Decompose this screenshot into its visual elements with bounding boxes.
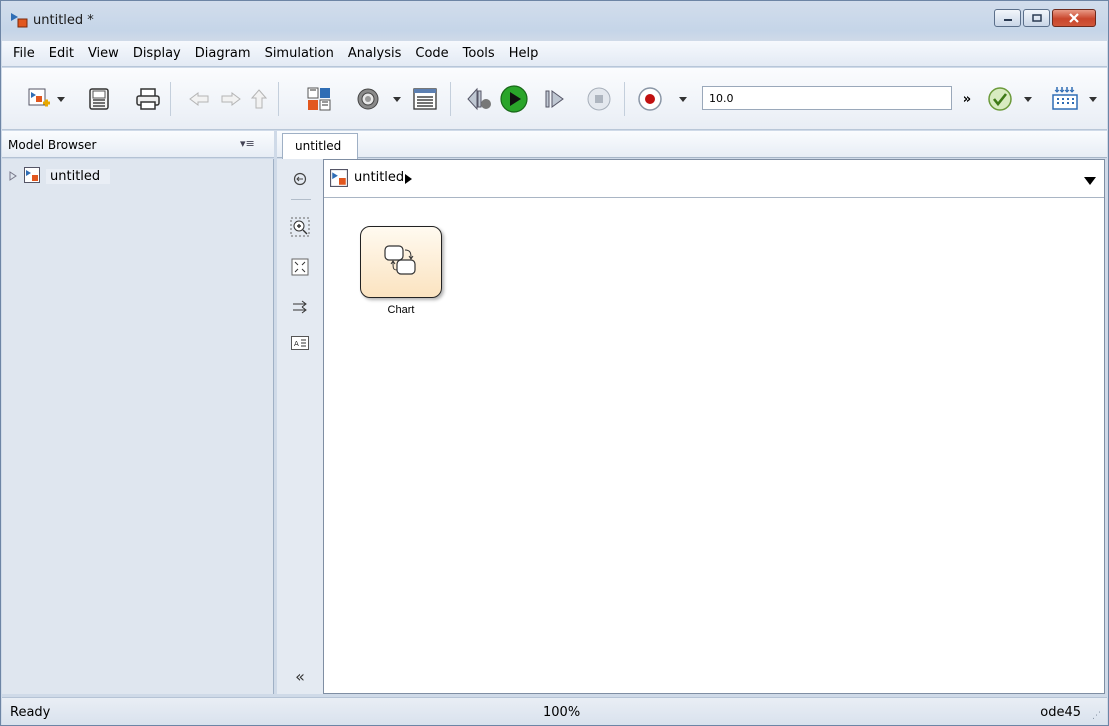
chart-block-label[interactable]: Chart [360, 304, 442, 316]
simulink-model-icon [24, 167, 40, 186]
menu-code[interactable]: Code [408, 44, 455, 63]
menu-display[interactable]: Display [126, 44, 188, 63]
step-forward-button[interactable] [542, 84, 568, 114]
library-browser-icon [307, 87, 331, 111]
title-bar[interactable]: untitled * [1, 1, 1108, 39]
up-icon [251, 89, 267, 109]
simulink-model-icon [330, 169, 348, 190]
stop-icon [586, 86, 612, 112]
stop-button[interactable] [586, 84, 612, 114]
model-browser-title: Model Browser [8, 138, 97, 152]
step-back-icon [465, 86, 493, 112]
zoom-icon [290, 217, 310, 240]
save-button[interactable] [86, 84, 112, 114]
expand-arrow-icon[interactable] [8, 170, 18, 184]
address-path[interactable]: untitled [354, 170, 404, 185]
stateflow-chart-icon [381, 242, 421, 283]
annotation-button[interactable]: A [289, 333, 311, 355]
hide-browser-button[interactable] [289, 169, 311, 191]
minimize-button[interactable] [994, 9, 1021, 27]
model-config-button[interactable] [354, 84, 382, 114]
model-config-dropdown-icon[interactable] [392, 94, 402, 104]
stateflow-chart-block[interactable] [360, 226, 442, 298]
record-button[interactable] [636, 84, 664, 114]
annotation-icon: A [291, 335, 309, 353]
maximize-button[interactable] [1023, 9, 1050, 27]
status-bar: Ready 100% ode45 ⋰ [2, 697, 1107, 725]
model-explorer-button[interactable] [412, 84, 438, 114]
tab-untitled[interactable]: untitled [282, 133, 358, 159]
model-browser-menu-button[interactable]: ▾≡ [240, 137, 255, 150]
fit-to-view-button[interactable] [289, 257, 311, 279]
window-controls [994, 9, 1096, 27]
svg-text:A: A [294, 340, 299, 348]
step-back-button[interactable] [464, 84, 494, 114]
model-explorer-icon [413, 87, 437, 111]
arrow-lines-icon [291, 299, 309, 318]
tree-item-untitled[interactable]: untitled [8, 167, 111, 186]
hardware-button[interactable] [1050, 84, 1080, 114]
menu-tools[interactable]: Tools [456, 44, 502, 63]
menu-edit[interactable]: Edit [42, 44, 81, 63]
tool-palette: A « [277, 159, 323, 694]
chevron-right-icon[interactable] [404, 173, 412, 187]
model-canvas[interactable]: untitled Chart [323, 159, 1105, 694]
zoom-level: 100% [543, 705, 581, 720]
menu-diagram[interactable]: Diagram [188, 44, 258, 63]
address-bar: untitled [324, 160, 1104, 198]
zoom-button[interactable] [289, 217, 311, 239]
status-text: Ready [10, 705, 51, 720]
back-button[interactable] [186, 84, 212, 114]
forward-icon [220, 91, 242, 107]
menu-help[interactable]: Help [502, 44, 546, 63]
editor-tab-strip: untitled [277, 131, 1107, 159]
menu-simulation[interactable]: Simulation [258, 44, 341, 63]
up-button[interactable] [248, 84, 270, 114]
simulink-model-icon [9, 11, 29, 29]
hardware-icon [1051, 86, 1079, 112]
save-icon [88, 87, 110, 111]
run-icon [499, 84, 529, 114]
route-lines-button[interactable] [289, 297, 311, 319]
run-button[interactable] [498, 84, 530, 114]
navigate-icon [293, 172, 307, 189]
collapse-palette-button[interactable]: « [289, 665, 311, 687]
simulation-stop-time-input[interactable] [702, 86, 952, 110]
model-browser-panel: untitled [2, 159, 274, 694]
menu-file[interactable]: File [6, 44, 42, 63]
print-icon [135, 87, 161, 111]
simulink-window: untitled * File Edit View Display Diagra… [0, 0, 1109, 726]
model-advisor-dropdown-icon[interactable] [1023, 94, 1033, 104]
step-forward-icon [543, 88, 567, 110]
record-icon [637, 86, 663, 112]
more-tools-button[interactable]: » [960, 84, 974, 114]
new-model-icon [26, 86, 52, 112]
forward-button[interactable] [218, 84, 244, 114]
record-dropdown-icon[interactable] [678, 94, 688, 104]
model-config-icon [355, 86, 381, 112]
fit-to-view-icon [291, 258, 309, 279]
library-browser-button[interactable] [306, 84, 332, 114]
address-dropdown-button[interactable] [1084, 174, 1096, 188]
model-browser-header: Model Browser ▾≡ [2, 131, 274, 158]
print-button[interactable] [134, 84, 162, 114]
menu-view[interactable]: View [81, 44, 126, 63]
new-model-button[interactable] [24, 84, 54, 114]
solver-name[interactable]: ode45 [1040, 705, 1081, 720]
window-title: untitled * [33, 13, 94, 28]
new-model-dropdown-icon[interactable] [56, 94, 66, 104]
resize-grip-icon[interactable]: ⋰ [1092, 711, 1101, 721]
close-button[interactable] [1052, 9, 1096, 27]
check-icon [987, 86, 1013, 112]
toolbar: » [2, 68, 1107, 130]
menu-analysis[interactable]: Analysis [341, 44, 409, 63]
hardware-dropdown-icon[interactable] [1088, 94, 1098, 104]
tree-item-label: untitled [46, 169, 111, 184]
menu-bar: File Edit View Display Diagram Simulatio… [2, 41, 1107, 67]
model-advisor-button[interactable] [986, 84, 1014, 114]
back-icon [188, 91, 210, 107]
